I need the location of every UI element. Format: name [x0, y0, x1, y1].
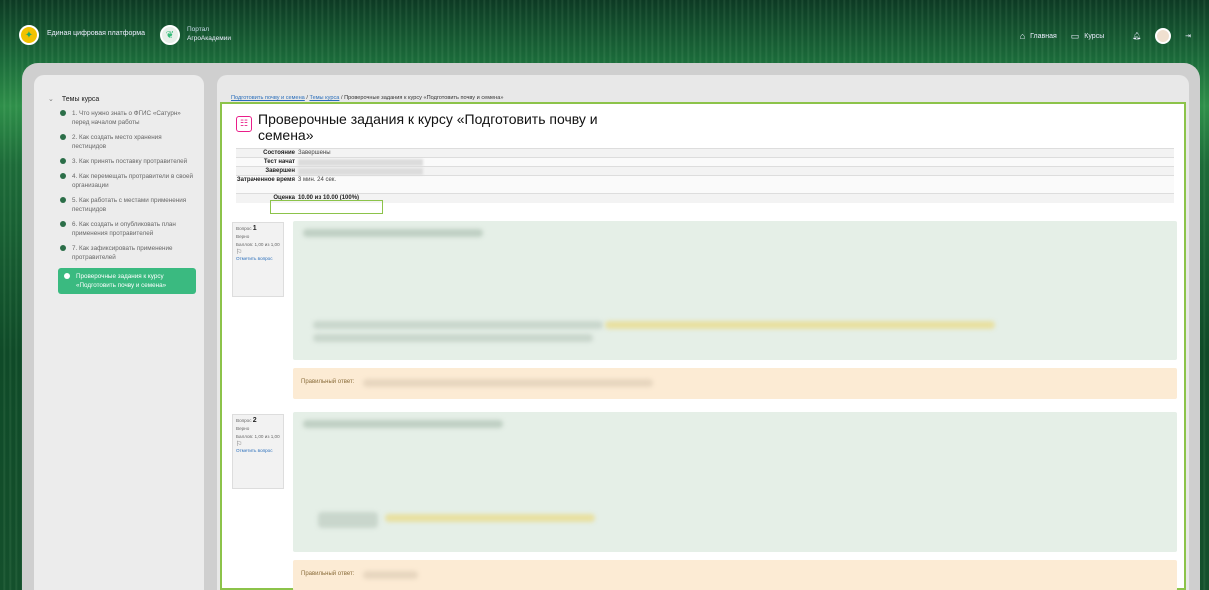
summary-row: Тест начат [236, 157, 1174, 166]
check-icon [64, 273, 70, 279]
correct-answer-label: Правильный ответ: [301, 571, 355, 577]
summary-value: 3 мин. 24 сек. [298, 177, 337, 183]
question-text-redacted [303, 229, 483, 237]
correct-answer-redacted [363, 571, 418, 579]
nav-home[interactable]: ⌂ Главная [1020, 31, 1057, 41]
selected-answer-redacted [605, 321, 995, 329]
flag-question-link[interactable]: Отметить вопрос [236, 448, 280, 454]
sidebar-item-label: 1. Что нужно знать о ФГИС «Сатурн» перед… [72, 110, 181, 126]
sidebar-item[interactable]: 3. Как принять поставку протравителей [60, 157, 196, 166]
home-icon: ⌂ [1019, 31, 1026, 41]
nav-courses-label: Курсы [1084, 32, 1105, 40]
check-icon [60, 221, 66, 227]
breadcrumb-separator: / [340, 95, 343, 101]
question-number: Вопрос 1 [236, 225, 257, 232]
check-icon [60, 173, 66, 179]
sidebar-item-label: 4. Как перемещать протравители в своей о… [72, 173, 193, 189]
top-navbar: ✦ Единая цифровая платформа ❦ Портал Агр… [0, 0, 1209, 60]
logout-icon[interactable]: ⇥ [1185, 32, 1191, 40]
summary-value-redacted [298, 167, 423, 175]
grade-highlight [270, 200, 383, 214]
quiz-review: ☷ Проверочные задания к курсу «Подготови… [220, 102, 1186, 590]
page-title: Проверочные задания к курсу «Подготовить… [258, 111, 598, 143]
question-text-redacted [303, 420, 503, 428]
check-icon [60, 197, 66, 203]
course-sidebar: ⌄ Темы курса 1. Что нужно знать о ФГИС «… [34, 75, 204, 590]
academy-name-line1: Портал [187, 26, 210, 33]
sidebar-item-label: 5. Как работать с местами применения пес… [72, 197, 187, 213]
correct-answer-box: Правильный ответ: [293, 368, 1177, 399]
correct-answer-label: Правильный ответ: [301, 379, 355, 385]
quiz-icon: ☷ [236, 116, 252, 132]
sidebar-heading-label: Темы курса [61, 95, 100, 103]
sidebar-item[interactable]: 1. Что нужно знать о ФГИС «Сатурн» перед… [60, 109, 196, 127]
academy-name[interactable]: Портал АгроАкадемии [187, 25, 231, 43]
question-status: Верно [236, 234, 250, 239]
notifications-bell-icon[interactable]: 🔔︎ [1132, 32, 1141, 40]
sidebar-item[interactable]: 5. Как работать с местами применения пес… [60, 196, 196, 214]
sidebar-item-label: 2. Как создать место хранения пестицидов [72, 134, 162, 150]
courses-icon: ▭ [1070, 30, 1080, 41]
chevron-down-icon: ⌄ [48, 96, 54, 103]
breadcrumb-current: Проверочные задания к курсу «Подготовить… [344, 95, 504, 101]
summary-value: Завершены [298, 150, 331, 156]
answer-option-redacted [318, 512, 378, 528]
nav-courses[interactable]: ▭ Курсы [1071, 31, 1104, 42]
sidebar-item[interactable]: 2. Как создать место хранения пестицидов [60, 133, 196, 151]
check-icon [60, 245, 66, 251]
summary-row: Затраченное время 3 мин. 24 сек. [236, 175, 1174, 193]
breadcrumb-topics-link[interactable]: Темы курса [309, 95, 339, 101]
sidebar-item-label: 3. Как принять поставку протравителей [72, 158, 188, 165]
question-text-box [293, 412, 1177, 552]
question-info: Вопрос 2 Верно Баллов: 1,00 из 1,00 ⚐ От… [232, 414, 284, 489]
nav-home-label: Главная [1030, 32, 1057, 40]
check-icon [60, 110, 66, 116]
summary-row: Завершен [236, 166, 1174, 175]
question-number: Вопрос 2 [236, 417, 257, 424]
selected-answer-redacted [385, 514, 595, 522]
answer-option-redacted [313, 321, 603, 329]
question-status: Верно [236, 426, 250, 431]
summary-label: Завершен [265, 168, 295, 174]
academy-logo-icon[interactable]: ❦ [160, 25, 180, 45]
academy-name-line2: АгроАкадемии [187, 35, 232, 42]
summary-label: Состояние [263, 150, 295, 156]
summary-row: Состояние Завершены [236, 148, 1174, 157]
summary-label: Затраченное время [236, 177, 295, 183]
sidebar-item-label: Проверочные задания к курсу «Подготовить… [76, 273, 167, 289]
platform-name[interactable]: Единая цифровая платформа [47, 30, 145, 37]
breadcrumb-separator: / [306, 95, 308, 101]
sidebar-item-label: 6. Как создать и опубликовать план приме… [72, 221, 176, 237]
correct-answer-redacted [363, 379, 653, 387]
correct-answer-box: Правильный ответ: [293, 560, 1177, 590]
check-icon [60, 158, 66, 164]
header-nav: ⌂ Главная ▭ Курсы 🔔︎ ⇥ [1020, 28, 1191, 44]
user-avatar[interactable] [1155, 28, 1172, 44]
breadcrumb: Подготовить почву и семена / Темы курса … [231, 95, 504, 101]
question-score: Баллов: 1,00 из 1,00 [236, 434, 280, 439]
answer-option-redacted [313, 334, 593, 342]
quiz-summary-table: Состояние Завершены Тест начат Завершен З… [236, 148, 1174, 203]
platform-logo-icon[interactable]: ✦ [19, 25, 39, 45]
question-text-box [293, 221, 1177, 360]
question-info: Вопрос 1 Верно Баллов: 1,00 из 1,00 ⚐ От… [232, 222, 284, 297]
sidebar-item[interactable]: 7. Как зафиксировать применение протрави… [60, 244, 196, 262]
summary-value-redacted [298, 158, 423, 166]
flag-question-link[interactable]: Отметить вопрос [236, 256, 280, 262]
sidebar-item-label: 7. Как зафиксировать применение протрави… [72, 245, 173, 261]
main-panel: Подготовить почву и семена / Темы курса … [217, 75, 1189, 590]
sidebar-item[interactable]: 4. Как перемещать протравители в своей о… [60, 172, 196, 190]
sidebar-heading[interactable]: ⌄ Темы курса [48, 95, 196, 104]
sidebar-item[interactable]: 6. Как создать и опубликовать план приме… [60, 220, 196, 238]
summary-label: Тест начат [263, 159, 295, 165]
breadcrumb-course-link[interactable]: Подготовить почву и семена [231, 95, 305, 101]
question-score: Баллов: 1,00 из 1,00 [236, 242, 280, 247]
check-icon [60, 134, 66, 140]
sidebar-item-active[interactable]: Проверочные задания к курсу «Подготовить… [58, 268, 196, 294]
